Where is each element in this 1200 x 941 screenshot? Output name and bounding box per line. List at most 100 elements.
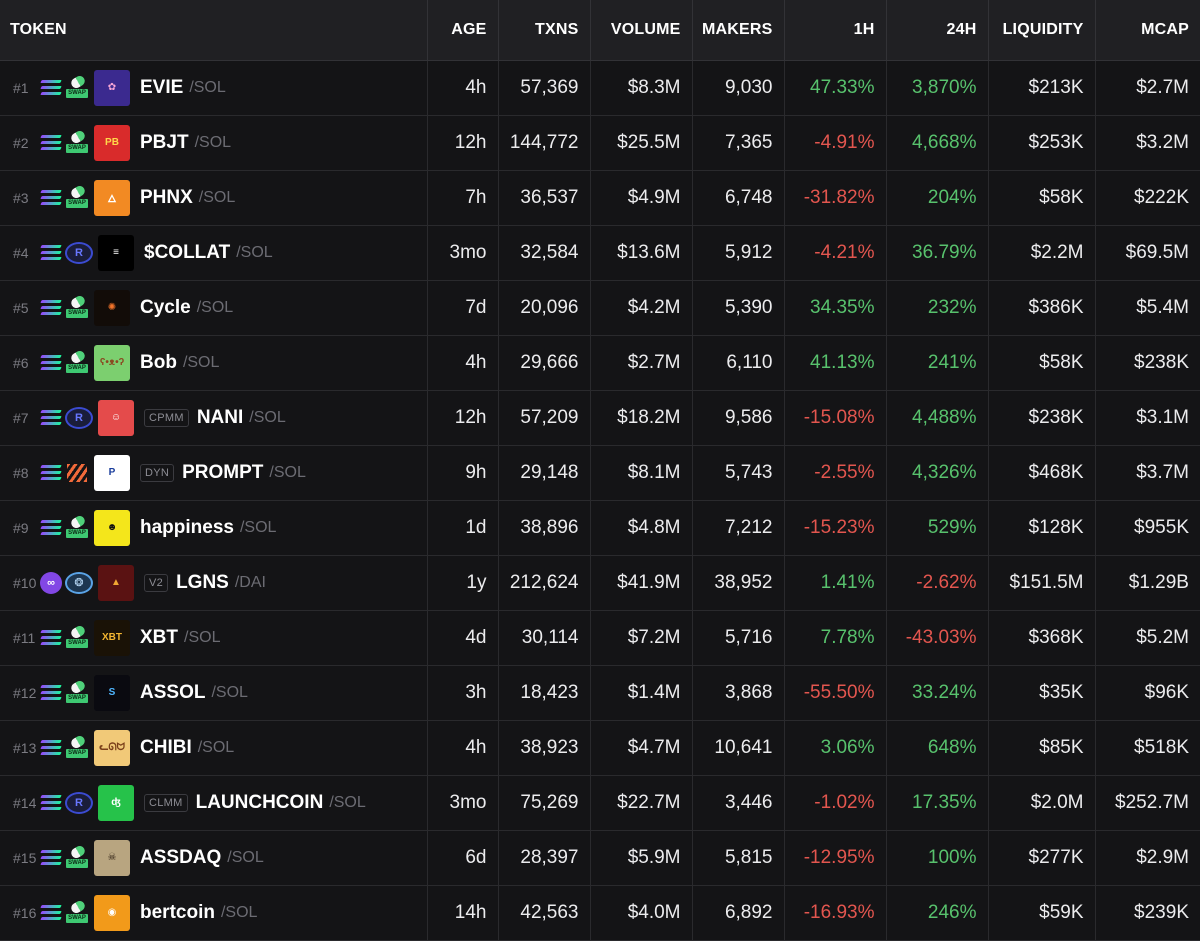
solana-icon [40, 297, 62, 319]
token-symbol[interactable]: Bob [140, 352, 177, 374]
volume-cell: $5.9M [590, 830, 693, 886]
token-symbol[interactable]: EVIE [140, 77, 183, 99]
token-symbol[interactable]: PBJT [140, 132, 189, 154]
header-token[interactable]: TOKEN [0, 0, 428, 61]
solana-icon [40, 627, 62, 649]
token-symbol[interactable]: PROMPT [182, 462, 263, 484]
token-symbol[interactable]: CHIBI [140, 737, 192, 759]
token-cell[interactable]: #2 SWAP PB PBJT/SOL [0, 115, 428, 171]
token-cell[interactable]: #6 SWAP ʕ•ᴥ•ʔ Bob/SOL [0, 335, 428, 391]
mcap-cell: $5.4M [1095, 280, 1200, 336]
change-24h-cell: 36.79% [886, 225, 989, 281]
token-symbol[interactable]: LAUNCHCOIN [196, 792, 324, 814]
header-age[interactable]: AGE [427, 0, 499, 61]
mcap-cell: $518K [1095, 720, 1200, 776]
table-row[interactable]: #2 SWAP PB PBJT/SOL 12h 144,772 $25.5M 7,365 -4.… [0, 115, 1200, 171]
token-cell[interactable]: #9 SWAP ☻ happiness/SOL [0, 500, 428, 556]
table-row[interactable]: #5 SWAP ✺ Cycle/SOL 7d 20,096 $4.2M 5,390 34.35%… [0, 280, 1200, 336]
change-24h-cell: -2.62% [886, 555, 989, 611]
striped-sphere-avatar: ≡ [98, 234, 134, 271]
change-24h-cell: 4,668% [886, 115, 989, 171]
rank: #14 [13, 794, 37, 811]
token-symbol[interactable]: $COLLAT [144, 242, 230, 264]
change-24h-cell: 648% [886, 720, 989, 776]
makers-cell: 5,716 [692, 610, 785, 666]
mcap-cell: $2.7M [1095, 60, 1200, 116]
token-symbol[interactable]: PHNX [140, 187, 193, 209]
table-row[interactable]: #16 SWAP ◉ bertcoin/SOL 14h 42,563 $4.0M 6,892-… [0, 885, 1200, 941]
table-row[interactable]: #10 ∞ ❂ ▲ V2 LGNS/DAI 1y 212,624 $41.9M 38,952 1.4… [0, 555, 1200, 611]
table-row[interactable]: #4 R ≡ $COLLAT/SOL 3mo 32,584 $13.6M 5,912 -4.21… [0, 225, 1200, 281]
xbt-logo-avatar: XBT [94, 619, 130, 656]
table-row[interactable]: #7 R ☺ CPMM NANI/SOL 12h 57,209 $18.2M 9,586 -15.… [0, 390, 1200, 446]
header-makers[interactable]: MAKERS [692, 0, 785, 61]
token-symbol[interactable]: bertcoin [140, 902, 215, 924]
header-volume[interactable]: VOLUME [590, 0, 693, 61]
token-symbol[interactable]: NANI [197, 407, 243, 429]
token-cell[interactable]: #12 SWAP S ASSOL/SOL [0, 665, 428, 721]
solana-icon [40, 517, 62, 539]
header-1h[interactable]: 1H [784, 0, 887, 61]
quote-pair: /SOL [182, 353, 220, 371]
token-cell[interactable]: #16 SWAP ◉ bertcoin/SOL [0, 885, 428, 941]
table-row[interactable]: #8 P DYN PROMPT/SOL 9h 29,148 $8.1M 5,743 -2.55%… [0, 445, 1200, 501]
quote-pair: /SOL [269, 463, 306, 481]
token-cell[interactable]: #4 R ≡ $COLLAT/SOL [0, 225, 428, 281]
table-row[interactable]: #6 SWAP ʕ•ᴥ•ʔ Bob/SOL 4h 29,666 $2.7M 6,110 41.1… [0, 335, 1200, 391]
token-symbol[interactable]: ASSDAQ [140, 847, 221, 869]
pool-type-tag: DYN [140, 463, 175, 482]
header-24h[interactable]: 24H [886, 0, 989, 61]
quote-pair: /SOL [236, 243, 273, 261]
assdaq-character-avatar: ☠ [94, 839, 130, 876]
token-cell[interactable]: #11 SWAP XBT XBT/SOL [0, 610, 428, 666]
token-cell[interactable]: #13 SWAP ᓚᘏᗢ CHIBI/SOL [0, 720, 428, 776]
table-row[interactable]: #11 SWAP XBT XBT/SOL 4d 30,114 $7.2M 5,716 7.78%… [0, 610, 1200, 666]
change-1h-cell: 1.41% [784, 555, 887, 611]
token-symbol[interactable]: happiness [140, 517, 234, 539]
liquidity-cell: $2.0M [988, 775, 1096, 831]
quote-pair: /SOL [194, 133, 232, 151]
table-row[interactable]: #13 SWAP ᓚᘏᗢ CHIBI/SOL 4h 38,923 $4.7M 10,641 3.… [0, 720, 1200, 776]
liquidity-cell: $58K [988, 170, 1096, 226]
rank: #2 [13, 134, 29, 151]
prompt-logo-avatar: P [94, 454, 130, 491]
change-24h-cell: 529% [886, 500, 989, 556]
header-txns[interactable]: TXNS [498, 0, 591, 61]
change-24h-cell: 17.35% [886, 775, 989, 831]
table-row[interactable]: #15 SWAP ☠ ASSDAQ/SOL 6d 28,397 $5.9M 5,815 -12.… [0, 830, 1200, 886]
token-cell[interactable]: #7 R ☺ CPMM NANI/SOL [0, 390, 428, 446]
header-liquidity[interactable]: LIQUIDITY [988, 0, 1096, 61]
mcap-cell: $238K [1095, 335, 1200, 391]
table-row[interactable]: #1 SWAP ✿ EVIE/SOL 4h 57,369 $8.3M 9,030 47.33% 3… [0, 60, 1200, 116]
change-1h-cell: -55.50% [784, 665, 887, 721]
token-cell[interactable]: #3 SWAP 🜂 PHNX/SOL [0, 170, 428, 226]
pink-character-avatar: ✿ [94, 69, 130, 106]
token-symbol[interactable]: Cycle [140, 297, 191, 319]
token-cell[interactable]: #15 SWAP ☠ ASSDAQ/SOL [0, 830, 428, 886]
token-symbol[interactable]: ASSOL [140, 682, 205, 704]
volume-cell: $4.8M [590, 500, 693, 556]
token-cell[interactable]: #14 Rʤ CLMM LAUNCHCOIN/SOL [0, 775, 428, 831]
makers-cell: 9,030 [692, 60, 785, 116]
mcap-cell: $252.7M [1095, 775, 1200, 831]
pumpswap-icon: SWAP [65, 899, 89, 924]
change-24h-cell: 4,488% [886, 390, 989, 446]
token-cell[interactable]: #10 ∞ ❂ ▲ V2 LGNS/DAI [0, 555, 428, 611]
table-row[interactable]: #14 Rʤ CLMM LAUNCHCOIN/SOL 3mo 75,269 $22.7M 3,… [0, 775, 1200, 831]
age-cell: 6d [427, 830, 499, 886]
change-1h-cell: -12.95% [784, 830, 887, 886]
header-mcap[interactable]: MCAP [1095, 0, 1200, 61]
token-symbol[interactable]: XBT [140, 627, 178, 649]
solana-icon [40, 132, 62, 154]
table-row[interactable]: #3 SWAP 🜂 PHNX/SOL 7h 36,537 $4.9M 6,748 -31.82%… [0, 170, 1200, 226]
liquidity-cell: $368K [988, 610, 1096, 666]
token-cell[interactable]: #5 SWAP ✺ Cycle/SOL [0, 280, 428, 336]
table-row[interactable]: #9 SWAP ☻ happiness/SOL 1d 38,896 $4.8M 7,212 -1… [0, 500, 1200, 556]
table-row[interactable]: #12 SWAP S ASSOL/SOL 3h 18,423 $1.4M 3,868 -55.5… [0, 665, 1200, 721]
mcap-cell: $5.2M [1095, 610, 1200, 666]
txns-cell: 57,209 [498, 390, 591, 446]
token-symbol[interactable]: LGNS [176, 572, 229, 594]
token-cell[interactable]: #8 P DYN PROMPT/SOL [0, 445, 428, 501]
token-cell[interactable]: #1 SWAP ✿ EVIE/SOL [0, 60, 428, 116]
change-1h-cell: 7.78% [784, 610, 887, 666]
